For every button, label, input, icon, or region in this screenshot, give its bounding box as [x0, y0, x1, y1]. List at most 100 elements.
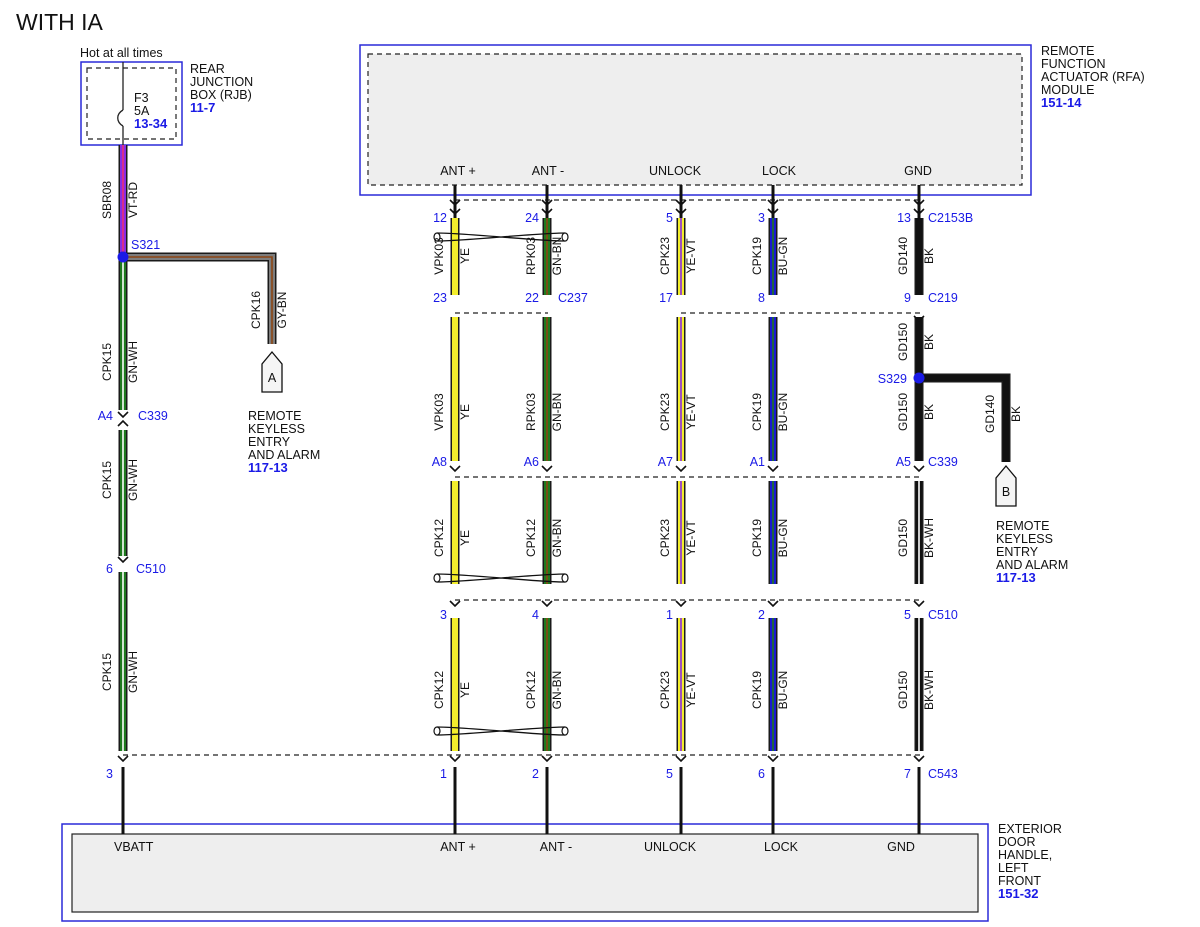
gnd-pin-c2153b: 13 — [897, 211, 911, 225]
door-pin-ant-plus: ANT + — [440, 840, 476, 854]
fuse-name: F3 — [134, 91, 149, 105]
unlock-seg3-color: YE-VT — [684, 520, 698, 556]
branch-b-dest-1: KEYLESS — [996, 532, 1053, 546]
power-seg4-circuit: CPK15 — [100, 653, 114, 691]
diagram-title: WITH IA — [16, 9, 104, 35]
unlock-c339-mark — [675, 465, 687, 473]
gnd-pin-c339: A5 — [896, 455, 911, 469]
rfa-pin-unlock: UNLOCK — [649, 164, 702, 178]
power-seg1-circuit: SBR08 — [100, 181, 114, 219]
ant-plus-pin-c510: 3 — [440, 608, 447, 622]
twist-mid-end-l — [433, 573, 441, 583]
rfa-name-3: ACTUATOR (RFA) — [1041, 70, 1145, 84]
connector-b-flag-letter: B — [1002, 485, 1010, 499]
rjb-name-2: JUNCTION — [190, 75, 253, 89]
power-seg1-color: VT-RD — [126, 182, 140, 218]
connector-c510-right: C510 — [928, 608, 958, 622]
door-pin-gnd: GND — [887, 840, 915, 854]
unlock-pin-c510: 1 — [666, 608, 673, 622]
connector-c339-right: C339 — [928, 455, 958, 469]
symbols-layer: BA — [117, 199, 1017, 763]
ant-plus-seg3-circuit: CPK12 — [432, 519, 446, 557]
unlock-pin-c237: 17 — [659, 291, 673, 305]
fuse-icon — [117, 109, 124, 127]
gnd-pin-c510: 5 — [904, 608, 911, 622]
lock-c543-mark — [767, 755, 779, 763]
lock-seg4-circuit: CPK19 — [750, 671, 764, 709]
twist-bottom-end-r — [561, 726, 569, 736]
rjb-ref: 11-7 — [190, 100, 215, 115]
unlock-pin-c543: 5 — [666, 767, 673, 781]
power-seg3-color: GN-WH — [126, 459, 140, 501]
ant-minus-pin-c2153b: 24 — [525, 211, 539, 225]
gnd-seg3-color: BK — [922, 404, 936, 420]
power-c543-mark — [117, 755, 129, 763]
ant-minus-seg4-circuit: CPK12 — [524, 671, 538, 709]
unlock-seg2-circuit: CPK23 — [658, 393, 672, 431]
branch-a-dest-0: REMOTE — [248, 409, 301, 423]
twist-bottom-end-l — [433, 726, 441, 736]
lock-pin-c543: 6 — [758, 767, 765, 781]
power-seg4-color: GN-WH — [126, 651, 140, 693]
unlock-seg2-color: YE-VT — [684, 394, 698, 430]
lock-pin-c237: 8 — [758, 291, 765, 305]
unlock-seg1-color: YE-VT — [684, 238, 698, 274]
twist-mid-end-r — [561, 573, 569, 583]
gnd-seg2-color: BK — [922, 334, 936, 350]
connector-c339-left: C339 — [138, 409, 168, 423]
wiring-diagram: WITH IA Hot at all times F3 5A 13-34 REA… — [16, 9, 1145, 922]
lock-c510-mark — [767, 600, 779, 608]
ant-plus-pin-c2153b: 12 — [433, 211, 447, 225]
ant-plus-c510-mark — [449, 600, 461, 608]
connector-c2153b: C2153B — [928, 211, 973, 225]
ant-plus-pin-c237: 23 — [433, 291, 447, 305]
connector-a-flag-letter: A — [268, 371, 277, 385]
ant-plus-seg1-color: YE — [458, 248, 472, 264]
ant-plus-seg1-circuit: VPK03 — [432, 237, 446, 275]
ant-minus-pin-c237: 22 — [525, 291, 539, 305]
ant-plus-seg3-color: YE — [458, 530, 472, 546]
rfa-pin-ant-minus: ANT - — [532, 164, 564, 178]
branch-a-ref: 117-13 — [248, 460, 288, 475]
ant-minus-pin-c510: 4 — [532, 608, 539, 622]
power-c339-mark-up — [117, 419, 129, 427]
rfa-name-2: FUNCTION — [1041, 57, 1106, 71]
unlock-seg3-circuit: CPK23 — [658, 519, 672, 557]
branch-b-dest-0: REMOTE — [996, 519, 1049, 533]
power-c510-mark — [117, 556, 129, 564]
power-pin-c339: A4 — [98, 409, 113, 423]
lock-seg3-color: BU-GN — [776, 519, 790, 558]
connector-c219: C219 — [928, 291, 958, 305]
unlock-seg4-color: YE-VT — [684, 672, 698, 708]
gnd-pin-c219: 9 — [904, 291, 911, 305]
door-inner-outline — [71, 833, 979, 913]
ant-plus-c339-mark — [449, 465, 461, 473]
ant-minus-c339-mark — [541, 465, 553, 473]
gnd-pin-c543: 7 — [904, 767, 911, 781]
gnd-seg4-color: BK-WH — [922, 518, 936, 558]
unlock-seg4-circuit: CPK23 — [658, 671, 672, 709]
gnd-seg5-circuit: GD150 — [896, 671, 910, 709]
gnd-seg2-circuit: GD150 — [896, 323, 910, 361]
lock-seg3-circuit: CPK19 — [750, 519, 764, 557]
gnd-seg4-circuit: GD150 — [896, 519, 910, 557]
door-pin-lock: LOCK — [764, 840, 799, 854]
ant-minus-seg4-color: GN-BN — [550, 671, 564, 710]
branch-b-ref: 117-13 — [996, 570, 1036, 585]
ant-minus-c543-mark — [541, 755, 553, 763]
branch-b-circuit: GD140 — [983, 395, 997, 433]
unlock-c510-mark — [675, 600, 687, 608]
gnd-c339-mark — [913, 465, 925, 473]
branch-a-dest-2: ENTRY — [248, 435, 291, 449]
lock-seg1-circuit: CPK19 — [750, 237, 764, 275]
branch-a-dest-1: KEYLESS — [248, 422, 305, 436]
splice-s329-dot — [913, 372, 925, 384]
branch-b-color: BK — [1009, 406, 1023, 422]
ant-plus-pin-c543: 1 — [440, 767, 447, 781]
unlock-pin-c339: A7 — [658, 455, 673, 469]
connector-c510-left: C510 — [136, 562, 166, 576]
lock-seg4-color: BU-GN — [776, 671, 790, 710]
lock-c339-mark — [767, 465, 779, 473]
ant-minus-pin-c543: 2 — [532, 767, 539, 781]
door-pin-vbatt: VBATT — [114, 840, 154, 854]
